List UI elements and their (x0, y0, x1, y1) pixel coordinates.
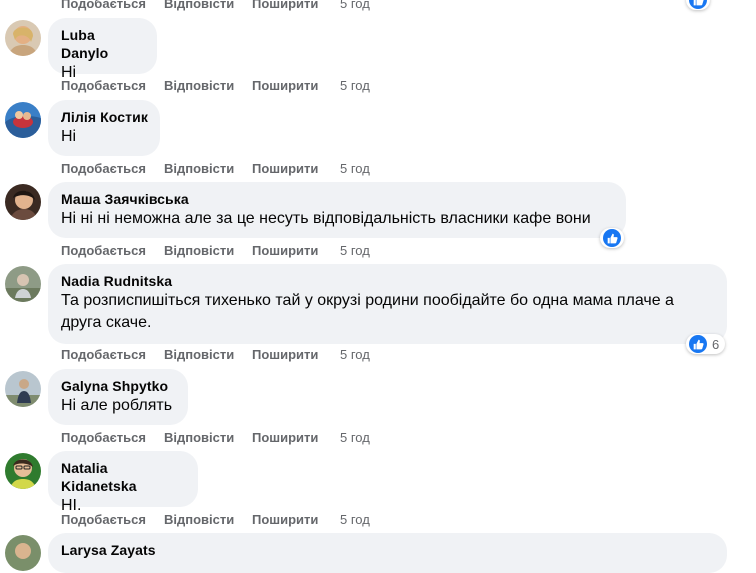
comment-bubble: Nadia Rudnitska Та розписпишіться тихень… (48, 264, 727, 344)
timestamp-link[interactable]: 5 год (340, 161, 370, 177)
comment-bubble: Galyna Shpytko Ні але роблять (48, 369, 188, 425)
avatar[interactable] (5, 266, 41, 302)
like-icon (689, 335, 707, 353)
like-link[interactable]: Подобається (61, 430, 146, 446)
reply-link[interactable]: Відповісти (164, 78, 234, 94)
share-link[interactable]: Поширити (252, 430, 318, 446)
comment-author[interactable]: Larysa Zayats (61, 541, 715, 559)
timestamp-link[interactable]: 5 год (340, 0, 370, 12)
share-link[interactable]: Поширити (252, 78, 318, 94)
reaction-badge-top[interactable] (686, 0, 710, 10)
comment-bubble: Natalia Kidanetska HI. (48, 451, 198, 514)
comment-author[interactable]: Лілія Костик (61, 108, 148, 126)
like-icon (689, 0, 707, 9)
like-link[interactable]: Подобається (61, 243, 146, 259)
timestamp-link[interactable]: 5 год (340, 430, 370, 446)
like-link[interactable]: Подобається (61, 78, 146, 94)
avatar[interactable] (5, 184, 41, 220)
reply-link[interactable]: Відповісти (164, 347, 234, 363)
share-link[interactable]: Поширити (252, 161, 318, 177)
comment-bubble: Luba Danylo Ні (48, 18, 157, 81)
avatar[interactable] (5, 535, 41, 571)
reply-link[interactable]: Відповісти (164, 243, 234, 259)
reply-link[interactable]: Відповісти (164, 0, 234, 12)
share-link[interactable]: Поширити (252, 347, 318, 363)
reply-link[interactable]: Відповісти (164, 161, 234, 177)
avatar[interactable] (5, 20, 41, 56)
like-link[interactable]: Подобається (61, 161, 146, 177)
share-link[interactable]: Поширити (252, 512, 318, 528)
like-link[interactable]: Подобається (61, 512, 146, 528)
comment-bubble: Larysa Zayats (48, 533, 727, 573)
comment-bubble: Маша Заячківська Ні ні ні неможна але за… (48, 182, 626, 238)
comment-text: Ні ні ні неможна але за це несуть відпов… (61, 210, 591, 227)
comment-text: Ні але роблять (61, 397, 173, 414)
like-link[interactable]: Подобається (61, 347, 146, 363)
timestamp-link[interactable]: 5 год (340, 347, 370, 363)
reaction-badge[interactable]: 6 (686, 334, 726, 354)
share-link[interactable]: Поширити (252, 243, 318, 259)
reaction-count: 6 (712, 336, 720, 352)
share-link[interactable]: Поширити (252, 0, 318, 12)
reaction-badge[interactable] (600, 228, 624, 248)
avatar[interactable] (5, 102, 41, 138)
comment-text: Ні (61, 128, 77, 145)
like-link[interactable]: Подобається (61, 0, 146, 12)
reply-link[interactable]: Відповісти (164, 430, 234, 446)
timestamp-link[interactable]: 5 год (340, 243, 370, 259)
timestamp-link[interactable]: 5 год (340, 78, 370, 94)
like-icon (603, 229, 621, 247)
comment-author[interactable]: Nadia Rudnitska (61, 272, 715, 290)
timestamp-link[interactable]: 5 год (340, 512, 370, 528)
comment-author[interactable]: Маша Заячківська (61, 190, 614, 208)
comment-text: Та розписпишіться тихенько тай у окрузі … (61, 292, 674, 331)
comment-bubble: Лілія Костик Ні (48, 100, 160, 156)
avatar[interactable] (5, 371, 41, 407)
avatar[interactable] (5, 453, 41, 489)
comment-author[interactable]: Galyna Shpytko (61, 377, 176, 395)
comment-author[interactable]: Natalia Kidanetska (61, 459, 186, 495)
comment-author[interactable]: Luba Danylo (61, 26, 145, 62)
reply-link[interactable]: Відповісти (164, 512, 234, 528)
